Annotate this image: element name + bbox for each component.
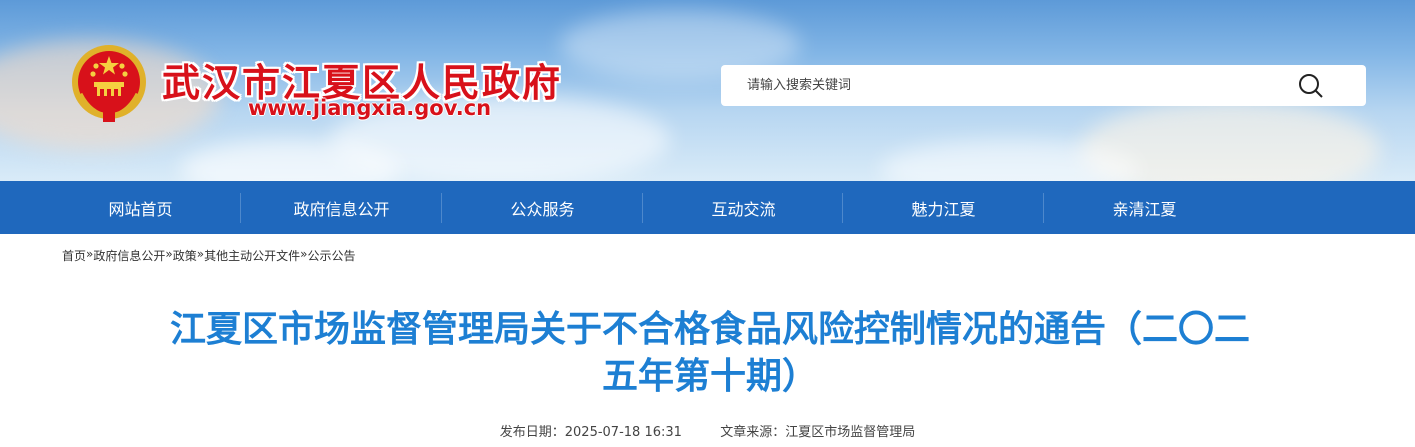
breadcrumb-item-other-files[interactable]: 其他主动公开文件 xyxy=(204,247,300,264)
breadcrumb-separator: » xyxy=(196,247,205,261)
nav-item-public-service[interactable]: 公众服务 xyxy=(442,181,643,234)
nav-item-qinqing-jiangxia[interactable]: 亲清江夏 xyxy=(1044,181,1245,234)
main-nav: 网站首页 政府信息公开 公众服务 互动交流 魅力江夏 亲清江夏 xyxy=(0,181,1415,234)
article-title: 江夏区市场监督管理局关于不合格食品风险控制情况的通告（二〇二 五年第十期） xyxy=(90,306,1330,400)
nav-item-home[interactable]: 网站首页 xyxy=(40,181,241,234)
article-title-line1: 江夏区市场监督管理局关于不合格食品风险控制情况的通告（二〇二 xyxy=(169,309,1250,350)
breadcrumb-item-announcements[interactable]: 公示公告 xyxy=(307,247,355,264)
search-bar xyxy=(721,65,1366,106)
search-input[interactable] xyxy=(735,65,1295,106)
search-icon[interactable] xyxy=(1296,72,1326,100)
nav-item-gov-info[interactable]: 政府信息公开 xyxy=(241,181,442,234)
breadcrumb-item-home[interactable]: 首页 xyxy=(62,247,86,264)
nav-item-charm-jiangxia[interactable]: 魅力江夏 xyxy=(843,181,1044,234)
breadcrumb-separator: » xyxy=(300,247,308,261)
breadcrumb-item-policy[interactable]: 政策 xyxy=(173,247,197,264)
article-source: 文章来源：江夏区市场监督管理局 xyxy=(720,425,916,440)
national-emblem-icon xyxy=(72,45,146,122)
article-title-line2: 五年第十期） xyxy=(601,356,818,397)
breadcrumb-item-gov-info[interactable]: 政府信息公开 xyxy=(93,247,165,264)
nav-item-interaction[interactable]: 互动交流 xyxy=(643,181,844,234)
article-meta: 发布日期：2025-07-18 16:31 文章来源：江夏区市场监督管理局 xyxy=(0,421,1415,440)
breadcrumb-separator: » xyxy=(86,247,94,261)
breadcrumb-separator: » xyxy=(165,247,173,261)
publish-date: 发布日期：2025-07-18 16:31 xyxy=(499,425,682,440)
site-url[interactable]: www.jiangxia.gov.cn xyxy=(248,96,491,120)
breadcrumb: 首页 » 政府信息公开 » 政策 » 其他主动公开文件 » 公示公告 xyxy=(62,247,355,264)
